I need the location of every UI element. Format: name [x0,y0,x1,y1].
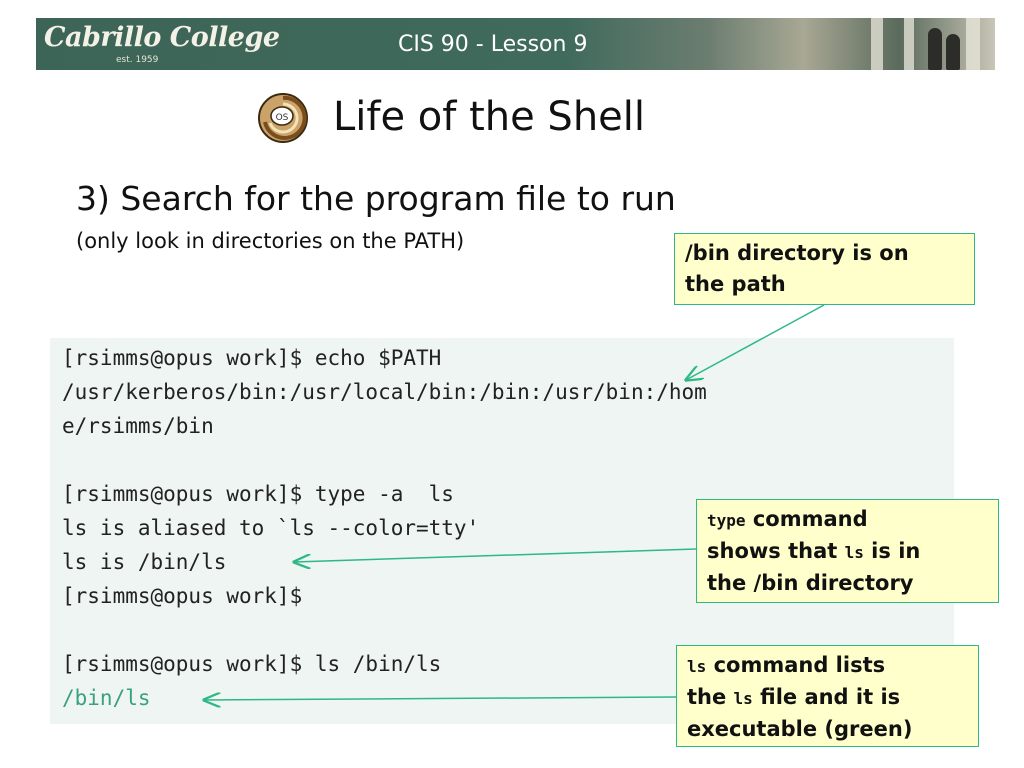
callout-text: shows that [707,539,845,563]
lesson-title: CIS 90 - Lesson 9 [398,32,588,57]
callout-text: command lists [706,653,886,677]
callout-code: ls [733,689,753,708]
callout-text: the [687,685,734,709]
callout-line: shows that ls is in [707,536,988,568]
callout-text: /bin directory is on [685,241,909,265]
slide-heading: 3) Search for the program file to run [76,179,676,218]
os-shell-icon: OS [258,93,308,143]
college-logo: Cabrillo College [44,22,280,53]
callout-line: ls command lists [687,650,968,682]
terminal-line: [rsimms@opus work]$ ls /bin/ls [62,652,442,676]
terminal-line: ls is aliased to `ls --color=tty' [62,516,480,540]
terminal-line: [rsimms@opus work]$ type -a ls [62,482,454,506]
callout-text: the /bin directory [707,571,914,595]
callout-code: ls [687,657,707,676]
terminal-line: [rsimms@opus work]$ [62,584,303,608]
callout-text: the path [685,272,786,296]
callout-text: command [745,507,868,531]
callout-line: type command [707,504,988,536]
college-logo-est: est. 1959 [116,55,159,65]
callout-line: the ls file and it is [687,682,968,714]
header-banner: Cabrillo College est. 1959 CIS 90 - Less… [36,18,995,70]
callout-type-command: type command shows that ls is in the /bi… [696,499,999,603]
terminal-line: [rsimms@opus work]$ echo $PATH [62,346,442,370]
banner-pillar [966,18,980,70]
slide-title: Life of the Shell [333,94,646,140]
terminal-line: ls is /bin/ls [62,550,227,574]
callout-ls-command: ls command lists the ls file and it is e… [676,645,979,747]
banner-figure [946,34,960,70]
banner-figure [928,28,942,70]
terminal-line: /usr/kerberos/bin:/usr/local/bin:/bin:/u… [62,380,707,404]
banner-pillar [871,18,883,70]
callout-bin-on-path: /bin directory is on the path [674,233,975,305]
os-icon-label: OS [276,113,289,123]
callout-code: type [707,511,746,530]
callout-text: executable (green) [687,717,913,741]
terminal-line: e/rsimms/bin [62,414,214,438]
callout-code: ls [844,543,864,562]
callout-text: is in [863,539,921,563]
terminal-line-executable: /bin/ls [62,686,151,710]
banner-pillar [904,18,914,70]
slide-subheading: (only look in directories on the PATH) [76,229,465,253]
callout-text: file and it is [752,685,901,709]
